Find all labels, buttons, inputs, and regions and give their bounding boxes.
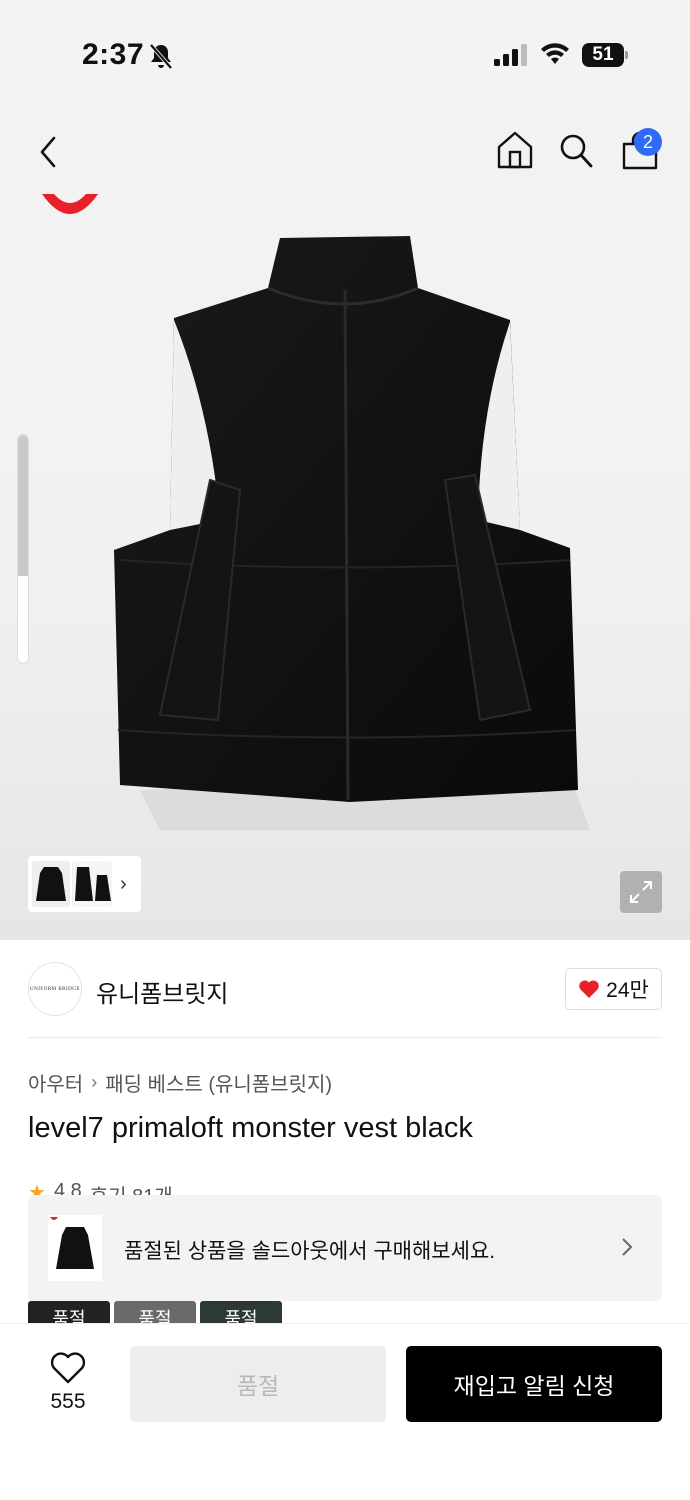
back-icon[interactable] (34, 132, 64, 172)
review-count[interactable]: 후기 81개 (90, 1180, 173, 1196)
expand-icon[interactable] (620, 871, 662, 913)
brand-mark-logo (42, 194, 98, 214)
divider (28, 1037, 662, 1038)
thumbnail-image[interactable] (72, 861, 112, 907)
star-icon: ★ (28, 1182, 46, 1196)
heart-outline-icon[interactable] (50, 1352, 86, 1384)
image-scroll-indicator[interactable] (17, 434, 29, 664)
product-photo-vest (114, 236, 590, 830)
color-option-chip[interactable]: 품절 (28, 1301, 110, 1323)
color-option-chip[interactable]: 품절 (200, 1301, 282, 1323)
product-image-area[interactable]: 2:37 51 2 › (0, 0, 690, 940)
brand-row[interactable]: UNIFORM BRIDGE 유니폼브릿지 24만 (28, 962, 662, 1016)
cart-count-badge: 2 (634, 128, 662, 156)
color-option-chip[interactable]: 품절 (114, 1301, 196, 1323)
breadcrumb[interactable]: 아우터 › 패딩 베스트 (유니폼브릿지) (28, 1068, 332, 1097)
breadcrumb-item-category[interactable]: 아우터 (28, 1068, 83, 1097)
bell-off-icon (149, 43, 173, 70)
brand-like-button[interactable]: 24만 (565, 968, 662, 1010)
status-bar: 2:37 51 (0, 0, 690, 110)
soldout-product-thumbnail (48, 1215, 102, 1281)
restock-alert-button[interactable]: 재입고 알림 신청 (406, 1346, 662, 1422)
product-title: level7 primaloft monster vest black (28, 1112, 473, 1144)
wishlist-count: 555 (50, 1390, 86, 1413)
rating-summary[interactable]: ★ 4.8 후기 81개 (28, 1180, 173, 1196)
wifi-icon (541, 43, 569, 64)
heart-filled-icon (579, 980, 599, 998)
signal-icon (494, 44, 527, 66)
battery-level: 51 (592, 44, 614, 65)
brand-logo[interactable]: UNIFORM BRIDGE (28, 962, 82, 1016)
chevron-right-icon: › (91, 1072, 98, 1092)
battery-icon: 51 (582, 43, 628, 67)
soldout-promo-banner[interactable]: 품절된 상품을 솔드아웃에서 구매해보세요. (28, 1195, 662, 1301)
chevron-right-icon (622, 1238, 633, 1256)
status-time: 2:37 (82, 38, 145, 71)
brand-like-count: 24만 (606, 979, 649, 1002)
color-options[interactable]: 품절 품절 품절 (28, 1301, 288, 1323)
search-icon[interactable] (558, 132, 594, 170)
thumbnail-strip[interactable]: › (28, 856, 141, 912)
thumbnail-image[interactable] (32, 861, 70, 907)
home-icon[interactable] (496, 130, 534, 170)
brand-name[interactable]: 유니폼브릿지 (96, 974, 228, 1009)
soldout-banner-text: 품절된 상품을 솔드아웃에서 구매해보세요. (124, 1240, 496, 1263)
chevron-right-icon[interactable]: › (120, 873, 127, 896)
breadcrumb-item-subcategory[interactable]: 패딩 베스트 (유니폼브릿지) (105, 1068, 332, 1097)
rating-value: 4.8 (53, 1180, 82, 1196)
bottom-action-bar: 555 품절 재입고 알림 신청 (0, 1323, 690, 1500)
soldout-button: 품절 (130, 1346, 386, 1422)
